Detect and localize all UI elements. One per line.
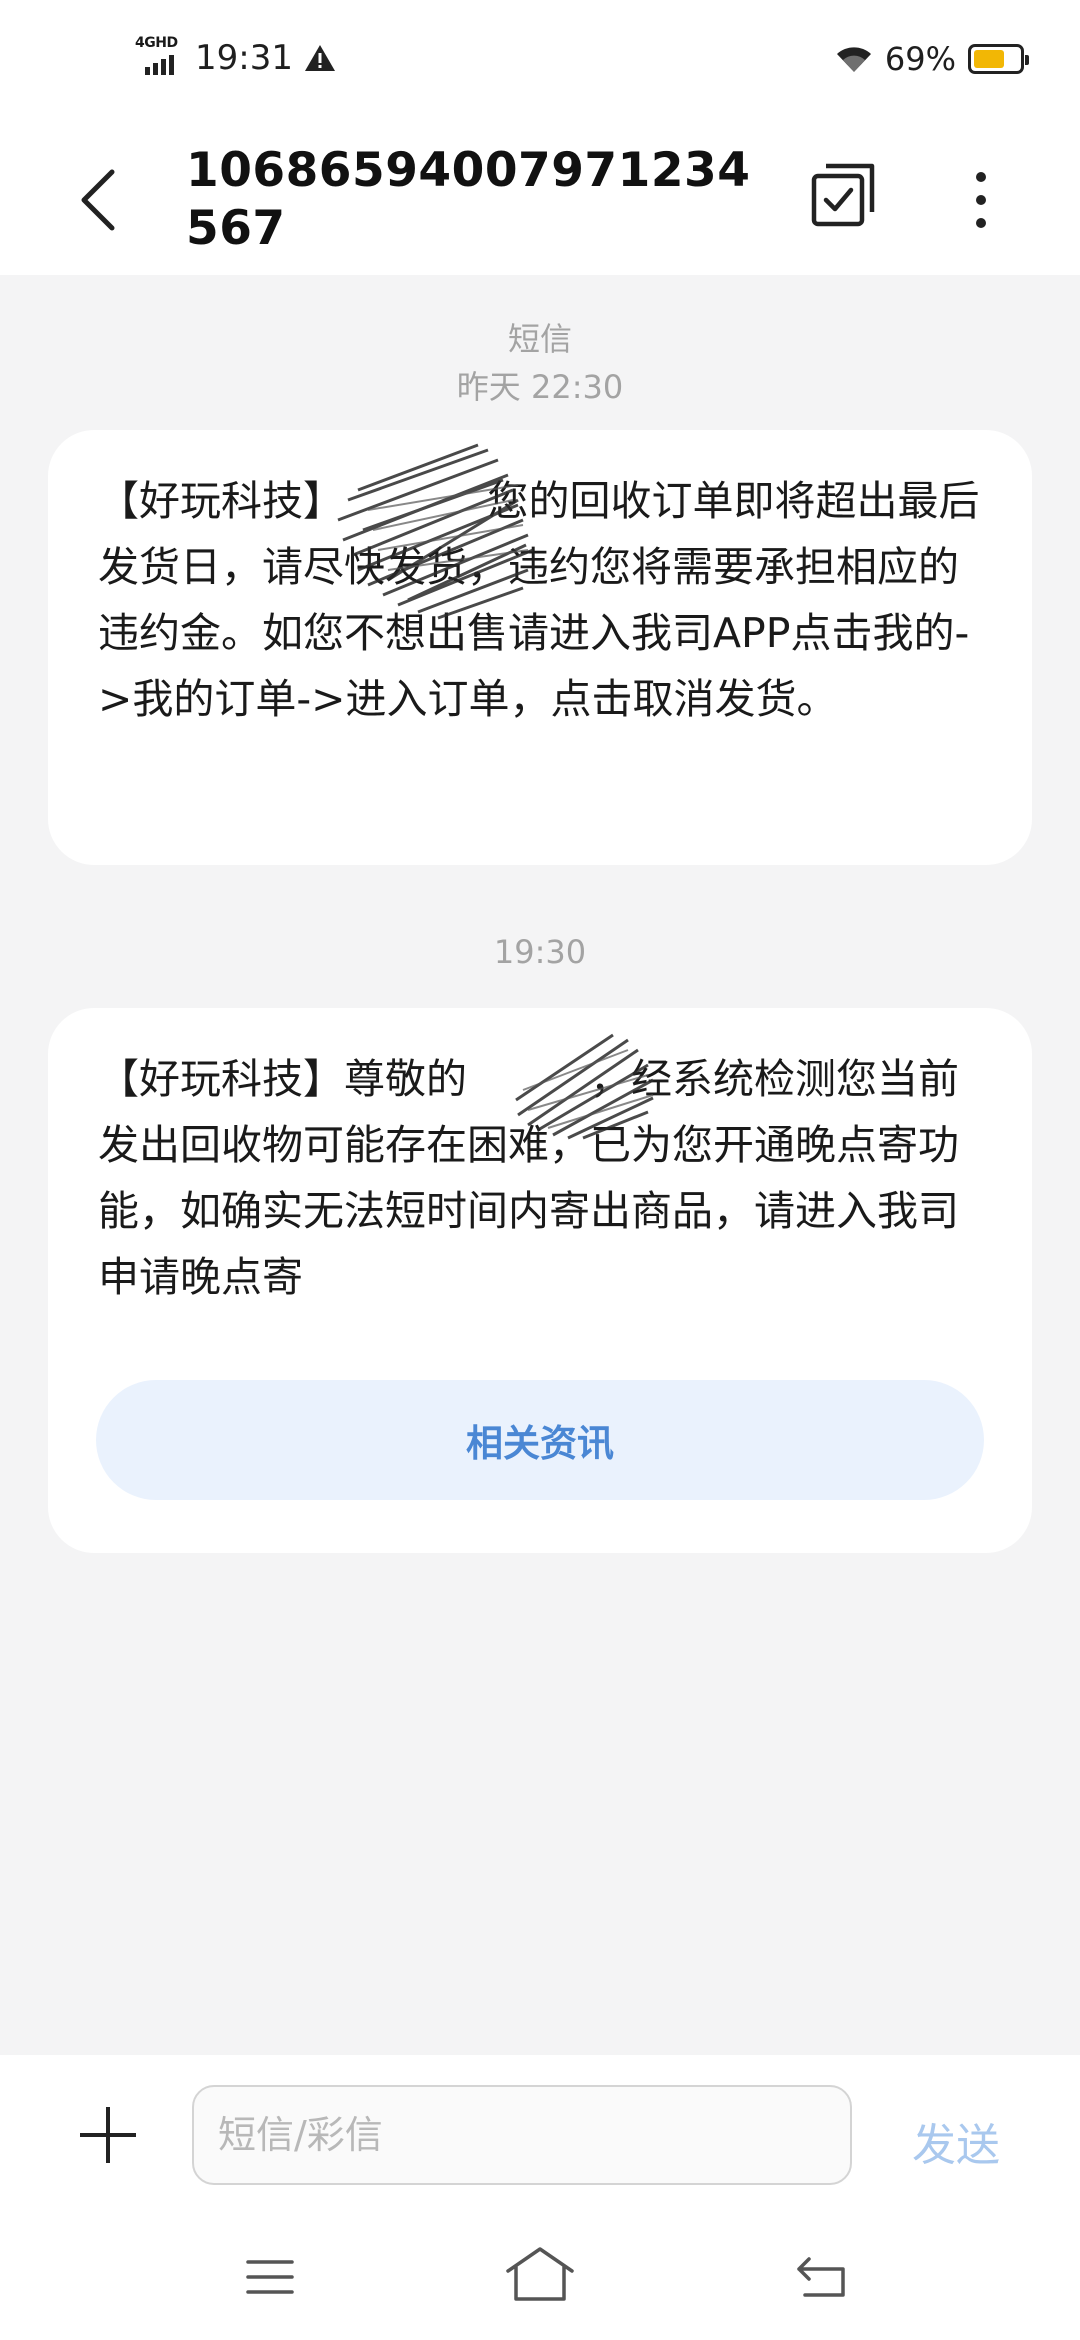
signal-icon: 4GHD — [135, 35, 185, 77]
wifi-icon — [836, 47, 871, 72]
message-bubble[interactable]: 【好玩科技】 您的回收订单即将超出最后发货日，请尽快发货，违约您将需要承担相应的… — [48, 430, 1032, 865]
message-bubble[interactable]: 【好玩科技】尊敬的 ，经系统检测您当前发出回收物可能存在困难，已为您开通晚点寄功… — [48, 1008, 1032, 1553]
multi-select-button[interactable] — [808, 160, 878, 230]
redaction-scribble — [515, 1033, 654, 1140]
message-timestamp: 19:30 — [493, 933, 587, 971]
multi-select-checkbox-icon — [811, 163, 875, 227]
redaction-scribble — [337, 443, 534, 620]
battery-fill — [974, 50, 1005, 68]
compose-bar: 发送 — [0, 2055, 1080, 2215]
message-timestamp: 昨天 22:30 — [456, 368, 624, 406]
more-options-button[interactable] — [966, 165, 996, 235]
back-icon[interactable] — [795, 2251, 851, 2301]
message-text: 【好玩科技】 您的回收订单即将超出最后发货日，请尽快发货，违约您将需要承担相应的… — [98, 477, 980, 723]
battery-percent: 69% — [884, 40, 956, 78]
channel-label: 短信 — [507, 320, 572, 358]
conversation-header: 10686594007971234567 — [0, 120, 1080, 275]
menu-icon[interactable] — [245, 2257, 295, 2297]
message-input[interactable] — [192, 2085, 852, 2185]
status-time: 19:31 — [195, 38, 293, 78]
status-left: 4GHD 19:31 — [135, 35, 337, 78]
network-type: 4GHD — [135, 35, 178, 51]
message-thread[interactable]: 短信 昨天 22:30 【好玩科技】 您的回收订单即将超出最后发货日，请尽快发货… — [0, 275, 1080, 2055]
warning-icon — [304, 45, 335, 71]
status-right: 69% — [835, 40, 1029, 78]
home-icon[interactable] — [504, 2245, 576, 2303]
system-nav-bar — [0, 2215, 1080, 2340]
status-bar: 4GHD 19:31 69% — [0, 0, 1080, 120]
vertical-dots-icon — [976, 172, 986, 228]
related-info-button[interactable]: 相关资讯 — [96, 1380, 984, 1500]
chevron-left-icon — [81, 169, 115, 231]
attach-plus-icon[interactable] — [80, 2107, 136, 2163]
send-button[interactable]: 发送 — [912, 2109, 1000, 2173]
battery-icon — [968, 44, 1029, 74]
contact-number: 10686594007971234567 — [186, 143, 751, 256]
back-button[interactable] — [70, 160, 130, 240]
